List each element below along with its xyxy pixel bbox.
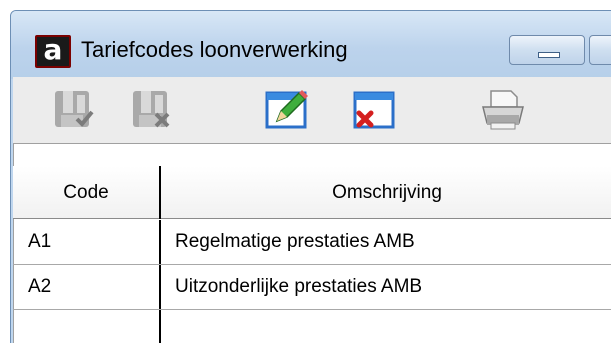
save-cancel-button[interactable] bbox=[129, 85, 177, 133]
column-header-omschrijving[interactable]: Omschrijving bbox=[163, 166, 611, 219]
save-confirm-icon bbox=[55, 91, 94, 127]
toolbar bbox=[13, 77, 611, 143]
app-logo-letter: a bbox=[43, 33, 63, 66]
printer-icon bbox=[482, 90, 524, 130]
edit-pencil-icon bbox=[265, 90, 308, 129]
table-row[interactable]: A1 Regelmatige prestaties AMB bbox=[13, 220, 611, 265]
maximize-button[interactable] bbox=[589, 35, 611, 65]
delete-button[interactable] bbox=[349, 85, 397, 133]
edit-button[interactable] bbox=[263, 85, 311, 133]
cell-code[interactable]: A1 bbox=[13, 220, 161, 264]
grid-header: Code Omschrijving bbox=[13, 166, 611, 219]
title-bar[interactable]: a Tariefcodes loonverwerking bbox=[11, 11, 611, 79]
print-button[interactable] bbox=[479, 85, 527, 133]
table-row[interactable] bbox=[13, 310, 611, 343]
cell-omschrijving[interactable]: Regelmatige prestaties AMB bbox=[163, 220, 611, 264]
cell-code[interactable] bbox=[13, 310, 161, 343]
window-title: Tariefcodes loonverwerking bbox=[81, 37, 348, 62]
cell-omschrijving[interactable] bbox=[163, 310, 611, 343]
save-confirm-button[interactable] bbox=[51, 85, 99, 133]
data-grid: Code Omschrijving A1 Regelmatige prestat… bbox=[13, 143, 611, 343]
column-header-code[interactable]: Code bbox=[13, 166, 161, 219]
cell-code[interactable]: A2 bbox=[13, 265, 161, 309]
delete-window-icon bbox=[353, 91, 395, 129]
minimize-button[interactable] bbox=[509, 35, 585, 65]
save-cancel-icon bbox=[133, 91, 170, 128]
cell-omschrijving[interactable]: Uitzonderlijke prestaties AMB bbox=[163, 265, 611, 309]
minimize-icon bbox=[538, 52, 560, 58]
app-logo-icon[interactable]: a bbox=[35, 35, 71, 68]
table-row[interactable]: A2 Uitzonderlijke prestaties AMB bbox=[13, 265, 611, 310]
